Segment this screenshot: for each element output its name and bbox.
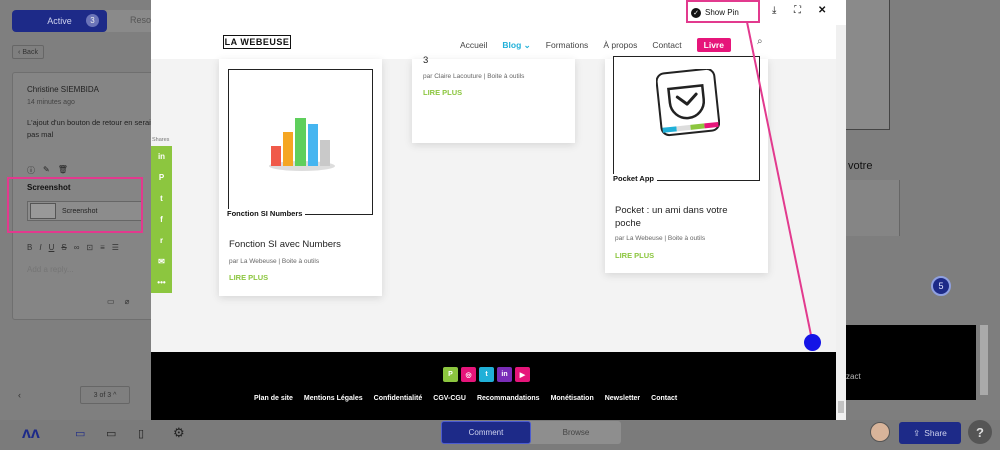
help-button[interactable]: ? xyxy=(968,420,992,444)
mobile-icon[interactable]: ▯ xyxy=(138,427,144,440)
brand-logo[interactable]: ʌʌ xyxy=(22,425,40,443)
browse-mode-button[interactable]: Browse xyxy=(531,421,621,444)
share-button[interactable]: ⇪ Share xyxy=(899,422,961,444)
comment-mode-button[interactable]: Comment xyxy=(441,421,531,444)
desktop-icon[interactable]: ▭ xyxy=(75,427,85,440)
mode-toggle: Comment Browse xyxy=(441,421,621,444)
avatar[interactable] xyxy=(870,422,890,442)
share-label: Share xyxy=(924,428,947,438)
bottom-toolbar: ʌʌ ▭ ▭ ▯ ⚙ Comment Browse xyxy=(0,420,1000,450)
tablet-icon[interactable]: ▭ xyxy=(106,427,116,440)
pin-connector xyxy=(746,21,813,341)
upload-icon: ⇪ xyxy=(913,427,921,438)
pin-marker[interactable] xyxy=(804,334,821,351)
gear-icon[interactable]: ⚙ xyxy=(173,425,185,441)
